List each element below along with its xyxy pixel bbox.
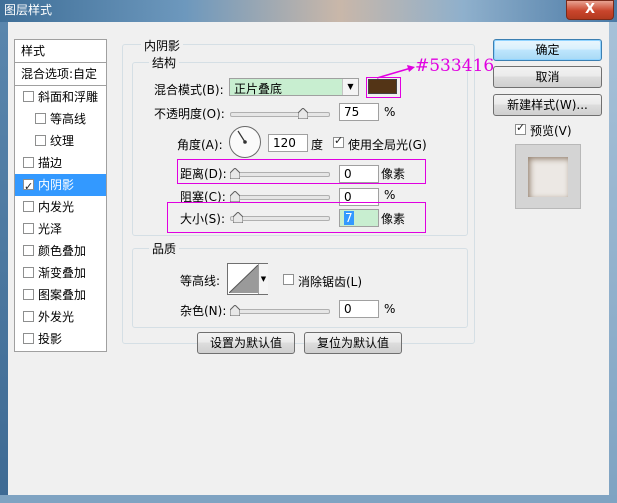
style-item-checkbox[interactable] [23, 223, 34, 234]
antialias-checkbox[interactable] [283, 274, 294, 285]
style-list: 样式 混合选项:自定 斜面和浮雕等高线纹理描边内阴影内发光光泽颜色叠加渐变叠加图… [14, 39, 107, 352]
style-item[interactable]: 渐变叠加 [15, 262, 106, 284]
style-item-label: 等高线 [50, 112, 87, 126]
style-item-checkbox[interactable] [35, 135, 46, 146]
quality-title: 品质 [149, 240, 180, 257]
style-item[interactable]: 光泽 [15, 218, 106, 240]
distance-input[interactable]: 0 [339, 165, 379, 183]
noise-label: 杂色(N): [180, 304, 227, 318]
style-item[interactable]: 纹理 [15, 130, 106, 152]
style-item-label: 纹理 [50, 134, 75, 148]
style-item-checkbox[interactable] [23, 176, 34, 198]
blend-mode-label: 混合模式(B): [154, 83, 224, 97]
style-item[interactable]: 内发光 [15, 196, 106, 218]
slider-thumb-icon[interactable] [230, 168, 240, 179]
chevron-down-icon[interactable]: ▼ [258, 264, 268, 294]
contour-picker[interactable]: ▼ [227, 263, 268, 295]
style-item[interactable]: 内阴影 [15, 174, 106, 198]
antialias-label: 消除锯齿(L) [298, 275, 363, 289]
opacity-input[interactable]: 75 [339, 103, 379, 121]
style-item-checkbox[interactable] [23, 311, 34, 322]
title-bar[interactable] [0, 0, 617, 22]
angle-unit: 度 [311, 138, 324, 152]
choke-unit: % [384, 188, 396, 202]
opacity-slider[interactable] [230, 108, 330, 120]
angle-label: 角度(A): [177, 138, 223, 152]
size-input[interactable]: 7 [339, 209, 379, 227]
style-item[interactable]: 描边 [15, 152, 106, 174]
distance-unit: 像素 [381, 167, 406, 181]
contour-label: 等高线: [180, 274, 221, 288]
style-item[interactable]: 图案叠加 [15, 284, 106, 306]
opacity-label: 不透明度(O): [154, 107, 225, 121]
slider-thumb-icon[interactable] [297, 108, 308, 119]
size-unit: 像素 [381, 212, 406, 226]
style-item-checkbox[interactable] [35, 113, 46, 124]
style-list-header[interactable]: 样式 [15, 40, 106, 62]
preview-checkbox[interactable] [515, 121, 526, 135]
style-item-checkbox[interactable] [23, 201, 34, 212]
reset-default-button[interactable]: 复位为默认值 [304, 332, 402, 354]
style-item-checkbox[interactable] [23, 289, 34, 300]
style-item-label: 内阴影 [38, 178, 75, 192]
style-item-label: 外发光 [38, 310, 75, 324]
structure-title: 结构 [149, 54, 180, 71]
new-style-button[interactable]: 新建样式(W)... [493, 94, 602, 116]
blend-options-item[interactable]: 混合选项:自定 [15, 63, 106, 85]
window-title: 图层样式 [4, 3, 53, 17]
style-item-checkbox[interactable] [23, 91, 34, 102]
style-item[interactable]: 投影 [15, 328, 106, 350]
style-item-label: 光泽 [38, 222, 63, 236]
noise-slider[interactable] [230, 305, 330, 317]
style-item[interactable]: 颜色叠加 [15, 240, 106, 262]
size-value: 7 [344, 211, 354, 225]
style-item-label: 描边 [38, 156, 63, 170]
cancel-button[interactable]: 取消 [493, 66, 602, 88]
blend-mode-select[interactable]: 正片叠底 ▼ [229, 78, 359, 96]
size-label: 大小(S): [180, 212, 226, 226]
chevron-down-icon: ▼ [342, 79, 358, 95]
distance-label: 距离(D): [180, 167, 227, 181]
preview-thumbnail [515, 144, 581, 209]
ok-button[interactable]: 确定 [493, 39, 602, 61]
close-button[interactable]: X [566, 0, 614, 20]
style-item[interactable]: 等高线 [15, 108, 106, 130]
noise-unit: % [384, 302, 396, 316]
section-title: 内阴影 [141, 37, 184, 54]
make-default-button[interactable]: 设置为默认值 [197, 332, 295, 354]
blend-mode-value: 正片叠底 [234, 82, 283, 96]
distance-slider[interactable] [230, 168, 330, 180]
style-item-label: 斜面和浮雕 [38, 90, 99, 104]
style-item-checkbox[interactable] [23, 157, 34, 168]
style-item[interactable]: 外发光 [15, 306, 106, 328]
window-frame-right [609, 22, 617, 503]
global-light-label: 使用全局光(G) [348, 138, 427, 152]
size-slider[interactable] [230, 212, 330, 224]
noise-input[interactable]: 0 [339, 300, 379, 318]
angle-dial[interactable] [228, 125, 263, 160]
style-item[interactable]: 斜面和浮雕 [15, 86, 106, 108]
angle-input[interactable]: 120 [268, 134, 308, 152]
style-item-label: 内发光 [38, 200, 75, 214]
style-item-label: 投影 [38, 332, 63, 346]
slider-thumb-icon[interactable] [233, 212, 243, 223]
opacity-unit: % [384, 105, 396, 119]
preview-label: 预览(V) [530, 124, 572, 138]
contour-linear-icon [229, 265, 258, 293]
shadow-color-swatch[interactable] [368, 79, 397, 94]
style-item-label: 颜色叠加 [38, 244, 87, 258]
preview-swatch [528, 157, 568, 197]
slider-thumb-icon[interactable] [230, 191, 240, 202]
color-hex-annotation: #533416 [415, 56, 495, 76]
style-item-checkbox[interactable] [23, 245, 34, 256]
style-item-label: 渐变叠加 [38, 266, 87, 280]
window-frame-left [0, 22, 8, 503]
annotation-arrow-icon [376, 65, 415, 79]
style-item-checkbox[interactable] [23, 333, 34, 344]
style-item-checkbox[interactable] [23, 267, 34, 278]
style-item-label: 图案叠加 [38, 288, 87, 302]
slider-thumb-icon[interactable] [230, 305, 240, 316]
window-frame-bottom [0, 495, 617, 503]
global-light-checkbox[interactable] [333, 134, 344, 148]
